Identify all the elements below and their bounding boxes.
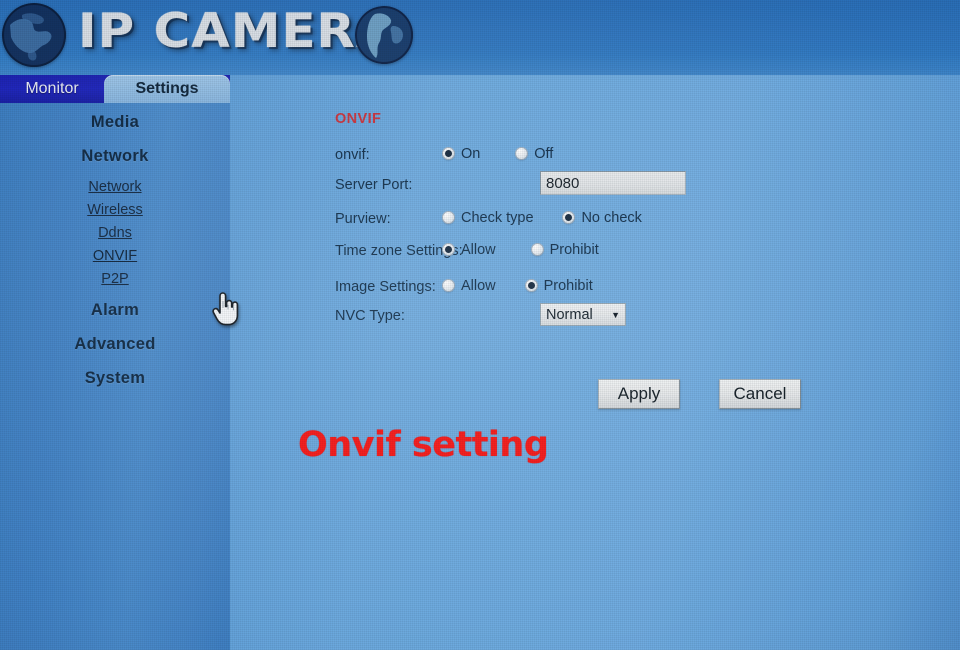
- radio-time-zone-allow[interactable]: Allow: [442, 242, 496, 258]
- sidebar-subitem-onvif[interactable]: ONVIF: [0, 248, 230, 264]
- radio-label: Off: [534, 145, 554, 162]
- tab-monitor[interactable]: Monitor: [0, 75, 104, 103]
- tab-bar: Monitor Settings: [0, 75, 230, 103]
- annotation-text: Onvif setting: [298, 425, 549, 465]
- label-purview: Purview:: [335, 211, 391, 227]
- radio-purview-check-type[interactable]: Check type: [442, 210, 534, 226]
- radio-indicator: [530, 243, 544, 257]
- label-nvc-type: NVC Type:: [335, 308, 405, 324]
- radio-indicator: [442, 243, 455, 257]
- radio-indicator: [515, 147, 529, 161]
- app-logo-text: IP CAMERA: [78, 4, 396, 59]
- sidebar-item-media[interactable]: Media: [0, 113, 230, 132]
- radio-label: Allow: [461, 241, 496, 258]
- globe-icon: [2, 3, 66, 67]
- tab-settings[interactable]: Settings: [104, 75, 230, 103]
- radio-group-time-zone: Allow Prohibit: [442, 241, 599, 261]
- form-row-purview: Purview: Check type No check: [230, 209, 960, 239]
- radio-onvif-on[interactable]: On: [442, 146, 480, 162]
- sidebar-item-system[interactable]: System: [0, 369, 230, 388]
- radio-indicator: [562, 211, 576, 225]
- chevron-down-icon: ▼: [611, 309, 620, 320]
- radio-image-settings-prohibit[interactable]: Prohibit: [524, 277, 593, 294]
- label-onvif: onvif:: [335, 147, 370, 163]
- sidebar-nav: Media Network Network Wireless Ddns ONVI…: [0, 103, 230, 650]
- app-header: IP CAMERA: [0, 0, 960, 75]
- nvc-type-select[interactable]: Normal ▼: [540, 303, 626, 326]
- form-row-time-zone: Time zone Settings: Allow Prohibit: [230, 241, 960, 271]
- radio-group-purview: Check type No check: [442, 209, 642, 229]
- radio-onvif-off[interactable]: Off: [515, 146, 553, 162]
- sidebar-subitem-wireless[interactable]: Wireless: [0, 202, 230, 218]
- radio-indicator: [442, 147, 455, 161]
- radio-label: On: [461, 145, 481, 162]
- radio-label: No check: [581, 209, 642, 226]
- settings-content-panel: ONVIF onvif: On Off Server Port: 8080 Pu…: [230, 103, 960, 650]
- radio-group-image-settings: Allow Prohibit: [442, 277, 593, 297]
- nvc-type-value: Normal: [546, 306, 593, 323]
- radio-time-zone-prohibit[interactable]: Prohibit: [530, 241, 599, 258]
- radio-indicator: [442, 211, 455, 225]
- sidebar-subitem-ddns[interactable]: Ddns: [0, 225, 230, 241]
- sidebar-item-advanced[interactable]: Advanced: [0, 335, 230, 354]
- radio-label: Prohibit: [543, 277, 593, 294]
- form-row-server-port: Server Port:: [230, 171, 960, 205]
- form-row-nvc-type: NVC Type: Normal ▼: [230, 303, 960, 336]
- label-image-settings: Image Settings:: [335, 279, 436, 295]
- ip-camera-web-ui: IP CAMERA Monitor Settings Media Network…: [0, 0, 960, 650]
- radio-label: Prohibit: [549, 241, 599, 258]
- radio-image-settings-allow[interactable]: Allow: [442, 278, 496, 294]
- sidebar-item-network[interactable]: Network: [0, 147, 230, 166]
- radio-label: Check type: [461, 209, 534, 226]
- globe-icon: [355, 6, 413, 64]
- page-title: ONVIF: [335, 111, 382, 127]
- radio-indicator: [524, 279, 538, 293]
- radio-label: Allow: [461, 277, 496, 294]
- apply-button[interactable]: Apply: [598, 379, 680, 409]
- sidebar-subitem-network[interactable]: Network: [0, 179, 230, 195]
- radio-group-onvif: On Off: [442, 145, 553, 165]
- sidebar-item-alarm[interactable]: Alarm: [0, 301, 230, 320]
- radio-indicator: [442, 279, 455, 293]
- cancel-button[interactable]: Cancel: [719, 379, 801, 409]
- server-port-input[interactable]: [540, 171, 686, 195]
- radio-purview-no-check[interactable]: No check: [562, 209, 642, 226]
- sidebar-subitem-p2p[interactable]: P2P: [0, 271, 230, 287]
- label-server-port: Server Port:: [335, 177, 413, 193]
